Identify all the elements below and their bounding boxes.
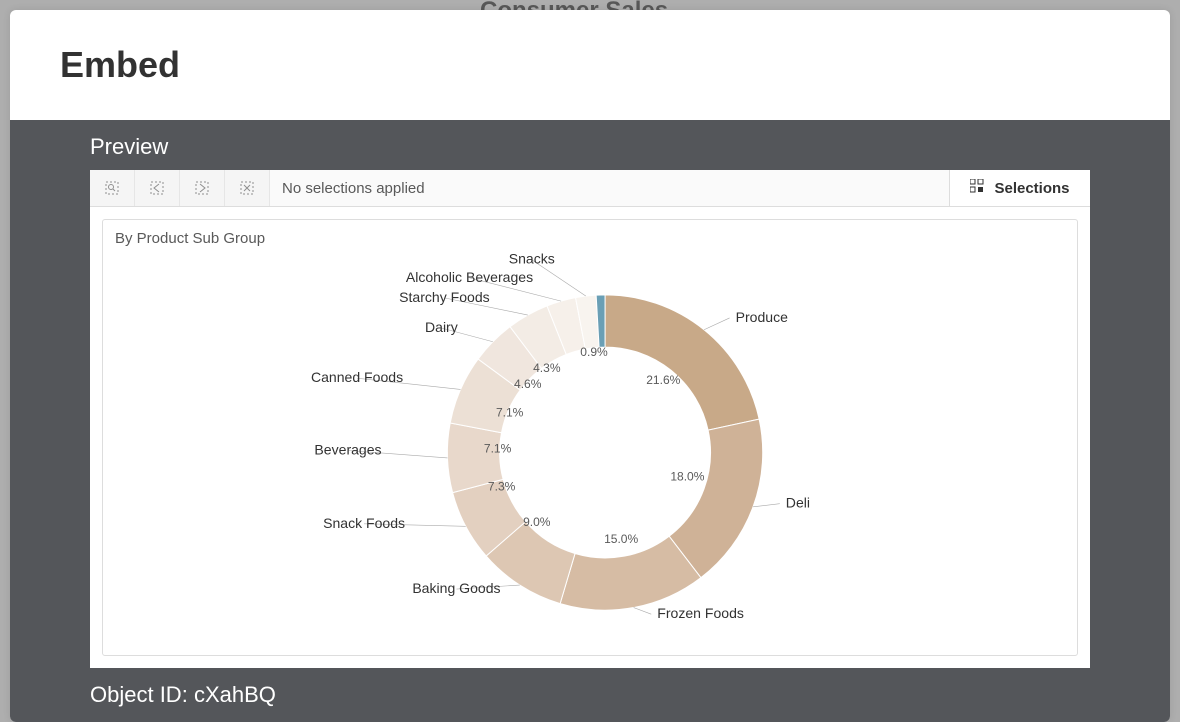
selections-tool-icon bbox=[970, 179, 984, 197]
modal-body: Preview bbox=[10, 120, 1170, 722]
slice-label: Beverages bbox=[314, 442, 381, 458]
slice-percent: 4.6% bbox=[514, 377, 542, 391]
slice-percent: 15.0% bbox=[604, 532, 638, 546]
step-back-icon[interactable] bbox=[135, 170, 180, 206]
modal-title: Embed bbox=[60, 44, 180, 86]
selections-button[interactable]: Selections bbox=[949, 170, 1090, 206]
slice-label: Snacks bbox=[509, 251, 555, 267]
selections-toolbar: No selections applied Selections bbox=[90, 170, 1090, 207]
slice-label: Alcoholic Beverages bbox=[406, 269, 533, 285]
slice-label: Starchy Foods bbox=[399, 289, 490, 305]
object-id-label: Object ID: bbox=[90, 682, 188, 707]
slice-percent: 18.0% bbox=[670, 470, 704, 484]
slice-percent: 21.6% bbox=[646, 373, 680, 387]
selections-button-label: Selections bbox=[994, 180, 1069, 197]
embed-modal: Embed Preview bbox=[10, 10, 1170, 722]
chart-title: By Product Sub Group bbox=[115, 230, 1065, 247]
slice-percent: 0.9% bbox=[580, 345, 608, 359]
object-id-value: cXahBQ bbox=[194, 682, 276, 707]
donut-chart[interactable]: Produce 21.6% Deli 18.0% Frozen Foods 15.0% Ba… bbox=[103, 250, 1077, 655]
leader-line bbox=[704, 318, 730, 330]
step-fwd-icon[interactable] bbox=[180, 170, 225, 206]
slice-label: Canned Foods bbox=[311, 369, 403, 385]
slice-percent: 9.0% bbox=[523, 515, 551, 529]
slice-percent: 4.3% bbox=[533, 361, 561, 375]
leader-line bbox=[753, 504, 780, 507]
slice-label: Frozen Foods bbox=[657, 605, 744, 621]
leader-line bbox=[634, 608, 652, 615]
object-id-line: Object ID: cXahBQ bbox=[90, 668, 1090, 722]
slice-label: Baking Goods bbox=[412, 580, 500, 596]
preview-section-label: Preview bbox=[90, 120, 1090, 170]
slice-label: Produce bbox=[736, 309, 789, 325]
smart-search-icon[interactable] bbox=[90, 170, 135, 206]
modal-header: Embed bbox=[10, 10, 1170, 120]
no-selections-message: No selections applied bbox=[270, 170, 949, 206]
slice-percent: 7.1% bbox=[496, 405, 524, 419]
toolbar-left bbox=[90, 170, 270, 206]
slice-percent: 7.3% bbox=[488, 480, 516, 494]
embed-preview: No selections applied Selections By Prod… bbox=[90, 170, 1090, 668]
slice-label: Dairy bbox=[425, 319, 458, 335]
clear-icon[interactable] bbox=[225, 170, 270, 206]
slice-label: Deli bbox=[786, 495, 810, 511]
slice-label: Snack Foods bbox=[323, 515, 405, 531]
slice-percent: 7.1% bbox=[484, 442, 512, 456]
chart-panel[interactable]: By Product Sub Group Produce 21.6% Deli 18.… bbox=[102, 219, 1078, 656]
